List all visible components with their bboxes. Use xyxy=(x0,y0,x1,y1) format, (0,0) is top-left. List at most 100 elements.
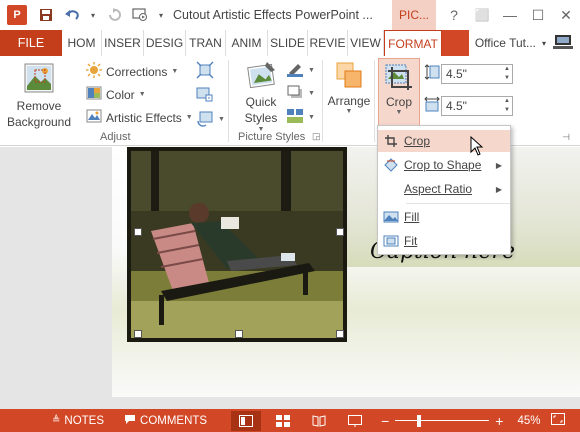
picture-border-button[interactable]: ▼ xyxy=(286,61,315,80)
group-separator xyxy=(322,60,323,142)
slide-sorter-button[interactable] xyxy=(271,414,295,427)
shape-height-input[interactable]: 4.5" ▲ ▼ xyxy=(441,64,513,84)
close-button[interactable]: ✕ xyxy=(552,7,580,24)
picture-tools-contextual-tab[interactable]: PIC... xyxy=(392,0,436,30)
remove-background-button[interactable]: Remove Background xyxy=(4,62,74,130)
menu-item-fill[interactable]: Fill xyxy=(378,206,510,228)
change-picture-button[interactable] xyxy=(196,85,214,106)
quick-styles-button[interactable]: Quick Styles ▼ xyxy=(238,60,284,133)
resize-handle-bottom[interactable] xyxy=(235,330,243,338)
resize-handle-left[interactable] xyxy=(134,228,142,236)
slide-sorter-icon xyxy=(276,414,291,427)
menu-item-fill-label: Fill xyxy=(404,210,420,224)
reading-view-icon xyxy=(312,414,326,427)
undo-icon[interactable] xyxy=(63,6,81,24)
corrections-icon xyxy=(86,62,102,81)
minimize-button[interactable]: — xyxy=(496,7,524,23)
picture-effects-button[interactable]: ▼ xyxy=(286,84,315,103)
picture-effects-dropdown-icon: ▼ xyxy=(308,90,315,97)
maximize-button[interactable]: ☐ xyxy=(524,7,552,24)
shape-width-spinner-icon[interactable]: ▲ ▼ xyxy=(504,97,510,115)
menu-item-crop-to-shape[interactable]: Crop to Shape ▶ xyxy=(378,154,510,176)
submenu-arrow-icon: ▶ xyxy=(495,184,502,194)
tab-transitions[interactable]: TRAN xyxy=(186,30,226,56)
title-bar: P ▾ ▾ Cutout Artistic Effects PowerPoint… xyxy=(0,0,580,30)
fit-icon xyxy=(378,235,404,247)
selected-picture[interactable] xyxy=(127,147,347,342)
zoom-in-button[interactable]: + xyxy=(495,413,503,429)
document-title: Cutout Artistic Effects PowerPoint ... xyxy=(173,8,373,22)
tab-file[interactable]: FILE xyxy=(0,30,62,56)
arrange-button[interactable]: Arrange ▼ xyxy=(326,60,372,115)
compress-pictures-button[interactable] xyxy=(196,61,214,82)
account-dropdown-icon[interactable]: ▾ xyxy=(542,39,546,48)
ribbon-display-options-button[interactable]: ⬜ xyxy=(468,8,496,22)
zoom-slider[interactable] xyxy=(395,414,490,427)
shape-height-icon xyxy=(424,64,440,83)
crop-menu-icon xyxy=(378,134,404,148)
tab-home[interactable]: HOM xyxy=(62,30,102,56)
fit-slide-to-window-icon[interactable] xyxy=(550,413,565,428)
reset-picture-dropdown-icon: ▼ xyxy=(218,116,225,123)
collapse-ribbon-icon[interactable]: ⊣ xyxy=(562,132,570,143)
start-from-beginning-icon[interactable] xyxy=(131,6,149,24)
redo-icon[interactable] xyxy=(105,6,123,24)
zoom-slider-thumb[interactable] xyxy=(417,414,422,427)
artistic-effects-button[interactable]: Artistic Effects ▼ xyxy=(86,108,193,127)
picture-border-icon xyxy=(286,61,304,80)
crop-icon xyxy=(384,63,414,91)
tab-insert[interactable]: INSER xyxy=(102,30,144,56)
powerpoint-app-icon[interactable]: P xyxy=(7,5,27,25)
help-button[interactable]: ? xyxy=(440,7,468,23)
comments-label: COMMENTS xyxy=(140,414,208,427)
account-area[interactable]: Office Tut... ▾ xyxy=(468,30,580,56)
menu-item-fit[interactable]: Fit xyxy=(378,230,510,252)
fill-icon xyxy=(378,211,404,223)
user-picture-icon[interactable] xyxy=(552,34,574,53)
picture-styles-group-label: Picture Styles xyxy=(238,131,306,143)
reset-picture-button[interactable]: ▼ xyxy=(196,109,225,130)
normal-view-icon xyxy=(239,414,254,427)
tab-slideshow[interactable]: SLIDE xyxy=(268,30,308,56)
picture-styles-dialog-launcher-icon[interactable]: ◲ xyxy=(312,131,321,142)
crop-button[interactable]: Crop ▼ xyxy=(378,58,420,126)
zoom-level[interactable]: 45% xyxy=(517,415,540,427)
undo-dropdown-icon[interactable]: ▾ xyxy=(89,6,97,24)
arrange-icon xyxy=(334,60,364,90)
resize-handle-bottom-right[interactable] xyxy=(336,330,344,338)
zoom-out-button[interactable]: − xyxy=(381,413,389,429)
zoom-slider-track xyxy=(395,419,490,421)
compress-pictures-icon xyxy=(196,61,214,82)
quick-styles-label: Quick Styles xyxy=(244,95,278,125)
color-dropdown-icon: ▼ xyxy=(138,91,146,98)
shape-width-input[interactable]: 4.5" ▲ ▼ xyxy=(441,96,513,116)
account-name[interactable]: Office Tut... xyxy=(475,36,536,50)
shape-height-value: 4.5" xyxy=(446,67,467,81)
shape-height-spinner-icon[interactable]: ▲ ▼ xyxy=(504,65,510,83)
normal-view-button[interactable] xyxy=(231,410,262,431)
slideshow-button[interactable] xyxy=(343,414,367,427)
reading-view-button[interactable] xyxy=(307,414,331,427)
menu-item-crop[interactable]: Crop xyxy=(378,130,510,156)
resize-handle-right[interactable] xyxy=(336,228,344,236)
tab-design[interactable]: DESIG xyxy=(144,30,186,56)
corrections-button[interactable]: Corrections ▼ xyxy=(86,62,178,81)
resize-handle-bottom-left[interactable] xyxy=(134,330,142,338)
notes-button[interactable]: ≜ NOTES xyxy=(52,415,104,427)
picture-layout-button[interactable]: ▼ xyxy=(286,108,315,127)
group-separator xyxy=(374,60,375,142)
color-button[interactable]: Color ▼ xyxy=(86,85,146,104)
tab-format[interactable]: FORMAT xyxy=(384,30,442,56)
save-icon[interactable] xyxy=(37,6,55,24)
quick-access-toolbar: ▾ ▾ xyxy=(37,6,165,24)
tab-review[interactable]: REVIE xyxy=(308,30,348,56)
customize-qat-icon[interactable]: ▾ xyxy=(157,6,165,24)
comments-button[interactable]: COMMENTS xyxy=(124,414,207,428)
menu-item-aspect-ratio-label: Aspect Ratio xyxy=(404,182,473,196)
slideshow-icon xyxy=(348,414,363,427)
tab-view[interactable]: VIEW xyxy=(348,30,384,56)
change-picture-icon xyxy=(196,85,214,106)
menu-item-aspect-ratio[interactable]: Aspect Ratio ▶ xyxy=(378,178,510,200)
shape-width-icon xyxy=(424,96,440,115)
tab-animations[interactable]: ANIM xyxy=(226,30,268,56)
